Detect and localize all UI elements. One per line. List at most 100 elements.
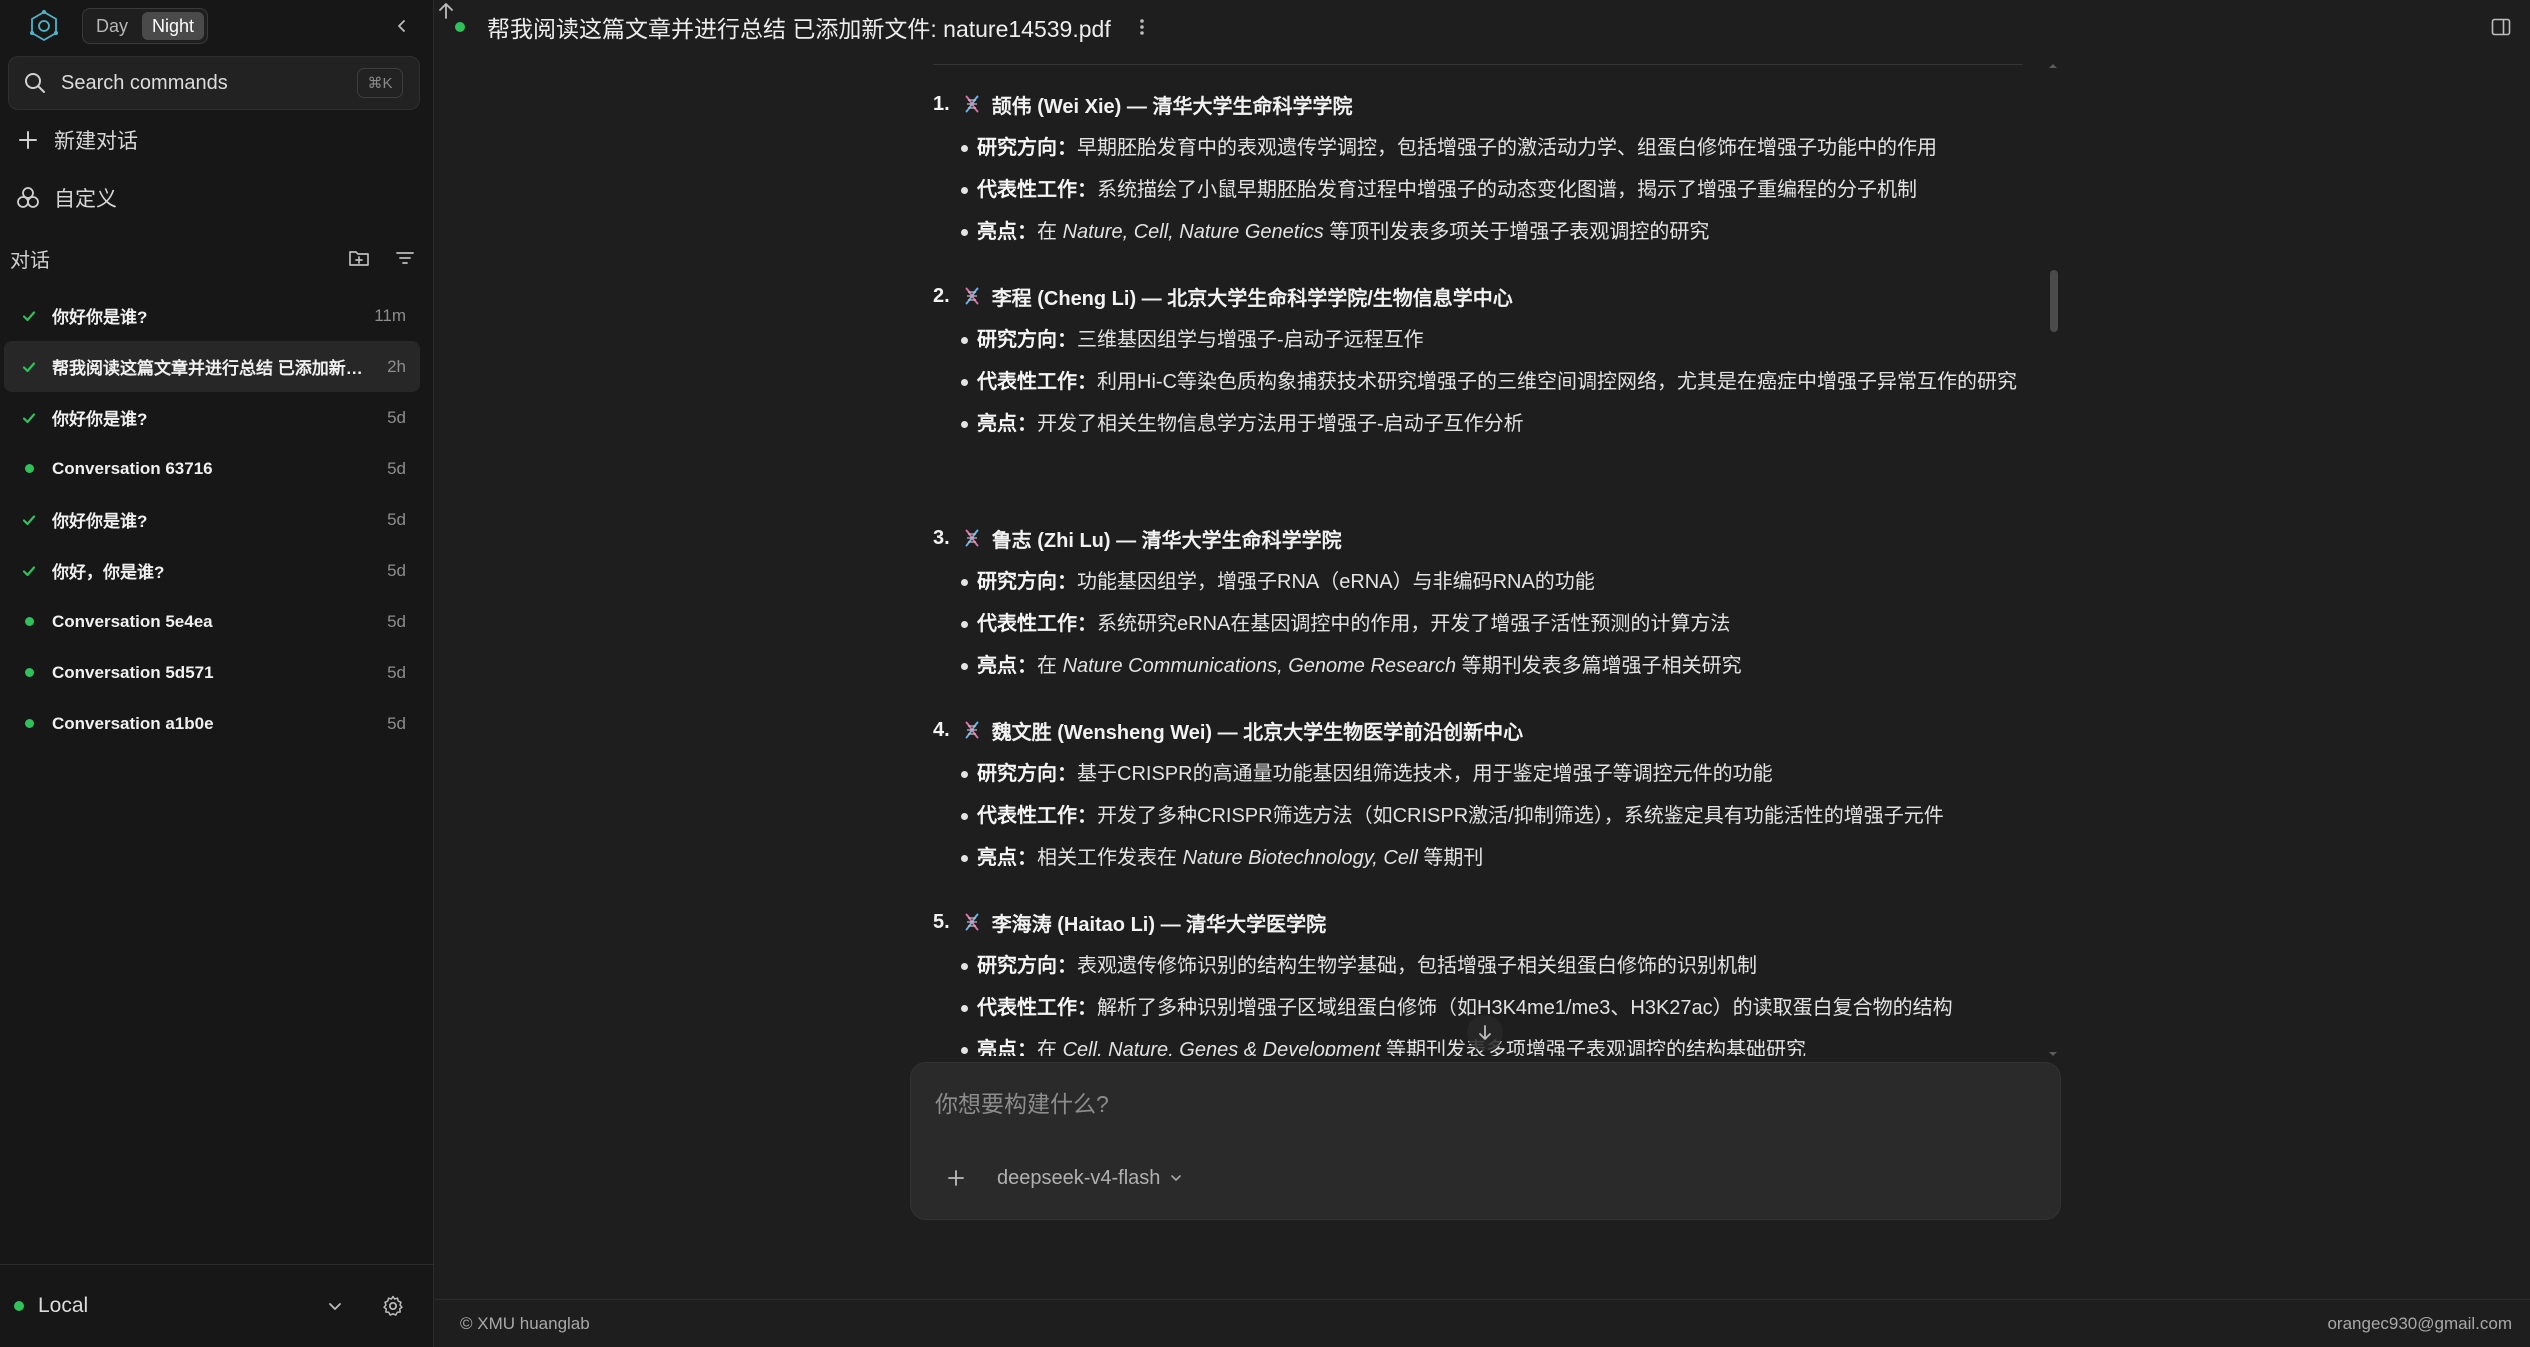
conversation-title: 你好你是谁? <box>52 410 148 429</box>
model-name: deepseek-v4-flash <box>997 1166 1161 1189</box>
bullet-item: 研究方向：功能基因组学，增强子RNA（eRNA）与非编码RNA的功能 <box>933 564 2023 600</box>
dna-icon <box>958 282 986 310</box>
conversation-item[interactable]: 你好，你是谁? 5d <box>4 545 420 596</box>
conversation-item[interactable]: Conversation 63716 5d <box>4 443 420 494</box>
researcher-name: 颉伟 (Wei Xie) — 清华大学生命科学学院 <box>991 95 1353 118</box>
app-window: Day Night Search commands ⌘K 新建对话 自定义 对话… <box>0 0 2530 1347</box>
researcher-name: 李海涛 (Haitao Li) — 清华大学医学院 <box>991 913 1327 936</box>
status-dot <box>18 668 40 677</box>
scrollbar-thumb[interactable] <box>2050 270 2058 332</box>
conversation-time: 5d <box>387 509 406 529</box>
status-dot <box>18 617 40 626</box>
theme-night-option[interactable]: Night <box>142 12 205 40</box>
bullet-item: 代表性工作：开发了多种CRISPR筛选方法（如CRISPR激活/抑制筛选），系统… <box>933 798 2023 834</box>
list-number: 2. <box>933 284 950 307</box>
model-selector[interactable]: deepseek-v4-flash <box>997 1163 1186 1193</box>
dna-icon <box>958 524 986 552</box>
check-icon <box>18 512 40 528</box>
conversations-section-title: 对话 <box>10 249 50 272</box>
bullet-label: 研究方向： <box>977 137 1077 159</box>
bullet-text: 解析了多种识别增强子区域组蛋白修饰（如H3K4me1/me3、H3K27ac）的… <box>1097 997 1953 1019</box>
bullet-label: 研究方向： <box>977 329 1077 351</box>
customize-label: 自定义 <box>54 188 117 211</box>
conversation-item[interactable]: Conversation 5d571 5d <box>4 647 420 698</box>
researcher-heading: 5. 李海涛 (Haitao Li) — 清华大学医学院 <box>933 902 2023 942</box>
conversation-title: Conversation a1b0e <box>52 713 214 733</box>
footer-email[interactable]: orangec930@gmail.com <box>2327 1314 2512 1334</box>
search-shortcut-badge: ⌘K <box>357 68 403 98</box>
bullet-text: 功能基因组学，增强子RNA（eRNA）与非编码RNA的功能 <box>1077 571 1595 593</box>
conversation-item[interactable]: 你好你是谁? 5d <box>4 392 420 443</box>
assistant-message: 1. 颉伟 (Wei Xie) — 清华大学生命科学学院 研究方向：早期胚胎发育中的… <box>933 62 2023 1056</box>
customize-button[interactable]: 自定义 <box>10 176 422 220</box>
message-input[interactable] <box>935 1087 1935 1121</box>
researcher-name: 魏文胜 (Wensheng Wei) — 北京大学生物医学前沿创新中心 <box>991 721 1524 744</box>
conversations-section-header: 对话 <box>10 238 422 278</box>
bullet-item: 代表性工作：利用Hi-C等染色质构象捕获技术研究增强子的三维空间调控网络，尤其是… <box>933 364 2023 400</box>
conversation-time: 11m <box>374 305 406 325</box>
conversation-title: Conversation 63716 <box>52 458 213 478</box>
settings-button[interactable] <box>376 1289 410 1323</box>
footer: © XMU huanglab orangec930@gmail.com <box>435 1299 2530 1347</box>
new-folder-button[interactable] <box>342 241 376 275</box>
conversation-item[interactable]: Conversation 5e4ea 5d <box>4 596 420 647</box>
conversation-item[interactable]: Conversation a1b0e 5d <box>4 698 420 749</box>
message-divider <box>933 64 2023 65</box>
attach-button[interactable] <box>941 1163 971 1193</box>
search-commands-button[interactable]: Search commands ⌘K <box>8 56 420 110</box>
bullet-text: 在 <box>1037 1039 1063 1056</box>
bullet-item: 研究方向：基于CRISPR的高通量功能基因组筛选技术，用于鉴定增强子等调控元件的… <box>933 756 2023 792</box>
environment-label[interactable]: Local <box>38 1294 320 1318</box>
conversation-item[interactable]: 你好你是谁? 5d <box>4 494 420 545</box>
scroll-down-arrow[interactable] <box>2047 1046 2059 1056</box>
researcher-heading: 4. 魏文胜 (Wensheng Wei) — 北京大学生物医学前沿创新中心 <box>933 710 2023 750</box>
researcher-name: 李程 (Cheng Li) — 北京大学生命科学学院/生物信息学中心 <box>991 287 1513 310</box>
bullet-text: 三维基因组学与增强子-启动子远程互作 <box>1077 329 1424 351</box>
bullet-label: 研究方向： <box>977 763 1077 785</box>
researcher-heading: 3. 鲁志 (Zhi Lu) — 清华大学生命科学学院 <box>933 518 2023 558</box>
conversation-time: 5d <box>387 458 406 478</box>
conversation-title: 你好，你是谁? <box>52 563 165 582</box>
bullet-item: 亮点：在 Nature Communications, Genome Resea… <box>933 648 2023 684</box>
arrow-down-icon <box>1479 1025 1491 1040</box>
bullet-item: 代表性工作：系统描绘了小鼠早期胚胎发育过程中增强子的动态变化图谱，揭示了增强子重… <box>933 172 2023 208</box>
toggle-side-panel-button[interactable] <box>2486 12 2516 42</box>
journal-names: Nature Communications, Genome Research <box>1062 655 1457 677</box>
bullet-text: 等期刊发表多篇增强子相关研究 <box>1456 655 1742 677</box>
collapse-sidebar-button[interactable] <box>388 12 416 40</box>
new-chat-button[interactable]: 新建对话 <box>10 118 422 162</box>
bullet-label: 研究方向： <box>977 955 1077 977</box>
journal-names: Nature, Cell, Nature Genetics <box>1062 221 1324 243</box>
search-label: Search commands <box>61 71 228 94</box>
check-icon <box>18 359 40 375</box>
bullet-text: 基于CRISPR的高通量功能基因组筛选技术，用于鉴定增强子等调控元件的功能 <box>1077 763 1773 785</box>
chat-header: 帮我阅读这篇文章并进行总结 已添加新文件: nature14539.pdf <box>435 0 2530 54</box>
bullet-text: 等顶刊发表多项关于增强子表观调控的研究 <box>1323 221 1710 243</box>
theme-toggle[interactable]: Day Night <box>82 8 208 44</box>
bullet-text: 开发了相关生物信息学方法用于增强子-启动子互作分析 <box>1037 413 1524 435</box>
app-logo <box>26 8 62 44</box>
researcher-heading: 1. 颉伟 (Wei Xie) — 清华大学生命科学学院 <box>933 84 2023 124</box>
conversation-title: Conversation 5e4ea <box>52 611 213 631</box>
list-number: 4. <box>933 718 950 741</box>
environment-dropdown-button[interactable] <box>320 1291 350 1321</box>
bullet-label: 代表性工作： <box>977 805 1097 827</box>
scroll-to-bottom-button[interactable] <box>1467 1015 1503 1051</box>
bullet-label: 亮点： <box>977 1039 1037 1056</box>
researcher-entry: 1. 颉伟 (Wei Xie) — 清华大学生命科学学院 研究方向：早期胚胎发育中的… <box>933 84 2023 250</box>
new-chat-label: 新建对话 <box>54 130 138 153</box>
theme-day-option[interactable]: Day <box>86 12 138 40</box>
bullet-item: 亮点：相关工作发表在 Nature Biotechnology, Cell 等期… <box>933 840 2023 876</box>
list-number: 5. <box>933 910 950 933</box>
filter-button[interactable] <box>388 241 422 275</box>
chat-options-button[interactable] <box>1127 12 1157 42</box>
bullet-text: 系统描绘了小鼠早期胚胎发育过程中增强子的动态变化图谱，揭示了增强子重编程的分子机… <box>1097 179 1917 201</box>
conversation-item[interactable]: 你好你是谁? 11m <box>4 290 420 341</box>
journal-names: Cell, Nature, Genes & Development <box>1062 1039 1381 1056</box>
bullet-label: 代表性工作： <box>977 613 1097 635</box>
scroll-up-arrow[interactable] <box>2047 58 2059 68</box>
bullet-text: 等期刊发表多项增强子表观调控的结构基础研究 <box>1380 1039 1807 1056</box>
chevron-left-icon <box>398 20 405 32</box>
conversation-item[interactable]: 帮我阅读这篇文章并进行总结 已添加新文件: nature14539.pdf 2h <box>4 341 420 392</box>
bullet-text: 开发了多种CRISPR筛选方法（如CRISPR激活/抑制筛选），系统鉴定具有功能… <box>1097 805 1944 827</box>
